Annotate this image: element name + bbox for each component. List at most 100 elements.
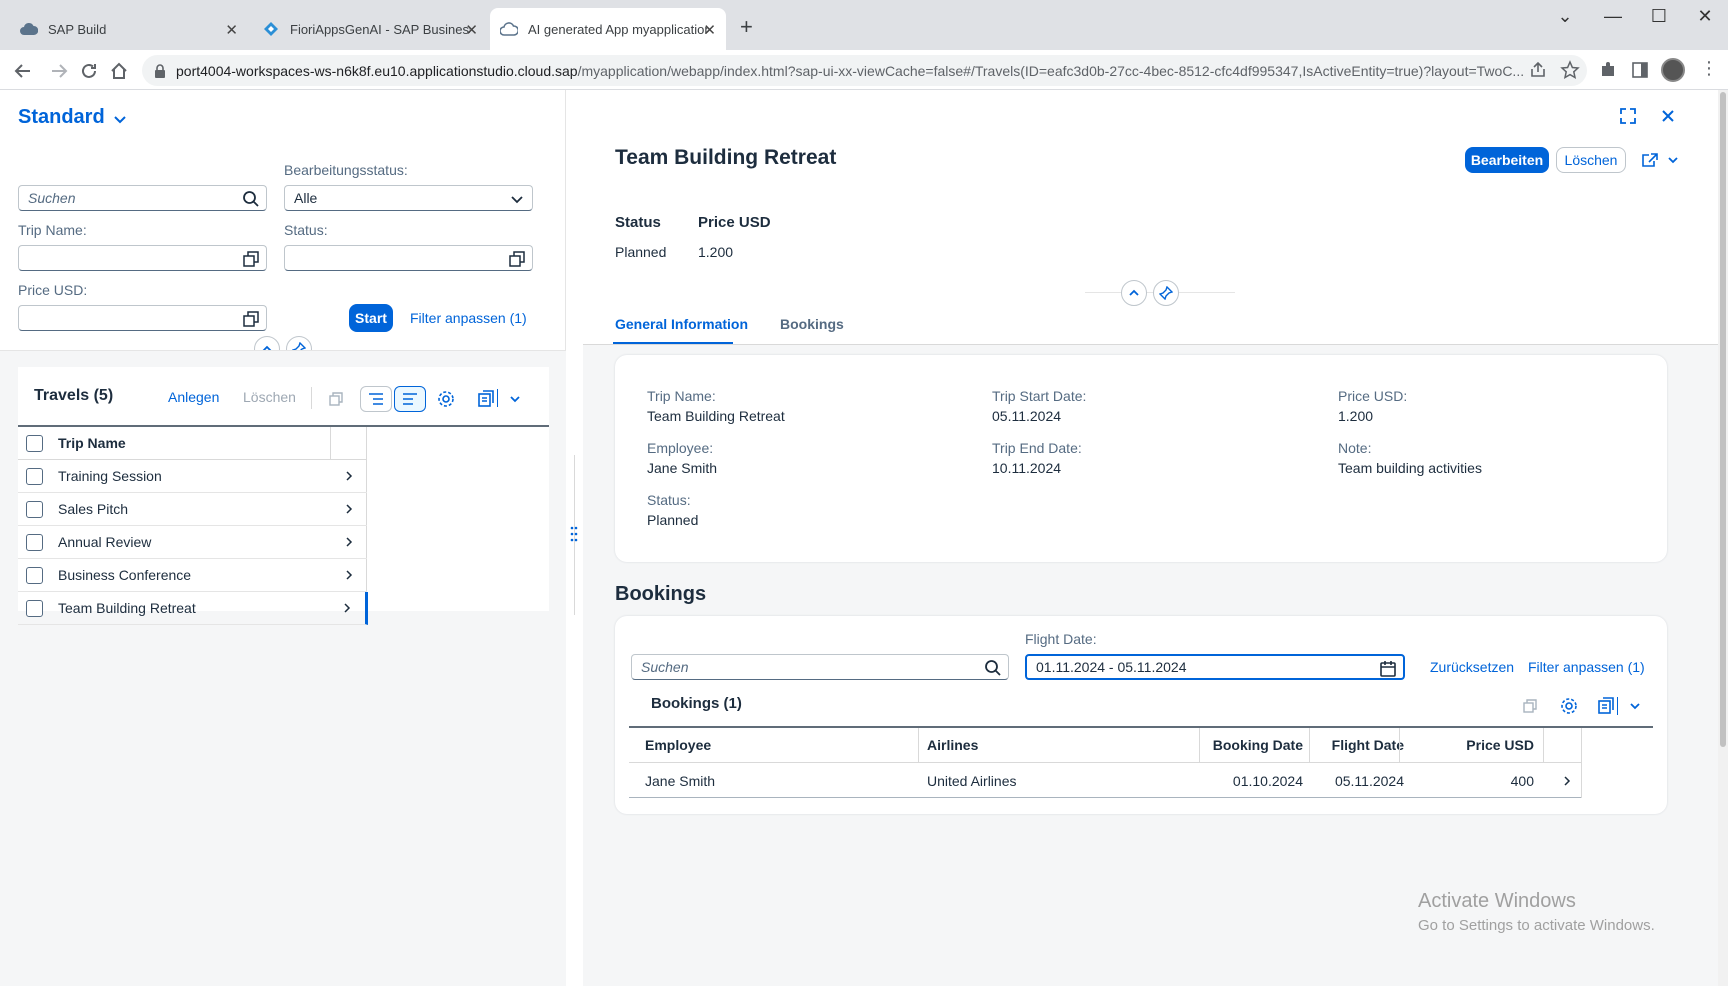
expand-all-icon[interactable] <box>394 386 426 412</box>
row-checkbox[interactable] <box>26 533 43 551</box>
home-icon[interactable] <box>108 60 130 82</box>
table-row[interactable]: Sales Pitch <box>18 493 367 526</box>
table-row[interactable]: Training Session <box>18 460 367 493</box>
tab-search-icon[interactable]: ⌄ <box>1550 6 1580 27</box>
page-scrollbar-thumb[interactable] <box>1720 92 1726 747</box>
calendar-icon[interactable] <box>1379 660 1397 678</box>
bookings-card: Flight Date: Suchen 01.11.2024 - 05.11.2… <box>615 616 1667 814</box>
browser-menu-icon[interactable]: ⋮ <box>1700 58 1718 79</box>
collapse-all-icon[interactable] <box>360 386 392 412</box>
side-panel-icon[interactable] <box>1630 60 1650 80</box>
flight-date-value: 01.11.2024 - 05.11.2024 <box>1036 659 1187 675</box>
export-menu-chevron-icon[interactable] <box>503 387 527 411</box>
delete-button[interactable]: Löschen <box>243 389 296 405</box>
maximize-button[interactable]: ☐ <box>1644 6 1674 27</box>
note-field-label: Note: <box>1338 440 1372 456</box>
object-title: Team Building Retreat <box>615 146 837 169</box>
export-excel-icon[interactable] <box>1594 694 1618 718</box>
close-icon[interactable] <box>1656 104 1680 128</box>
share-chevron-down-icon[interactable] <box>1661 148 1685 172</box>
create-button[interactable]: Anlegen <box>168 389 219 405</box>
search-input[interactable]: Suchen <box>18 185 267 211</box>
browser-tab-ai-generated-app[interactable]: AI generated App myapplication ✕ <box>490 8 726 50</box>
fullscreen-icon[interactable] <box>1616 104 1640 128</box>
export-excel-icon[interactable] <box>474 387 498 411</box>
row-checkbox[interactable] <box>26 500 43 518</box>
splitter-grip-icon[interactable] <box>569 524 579 544</box>
column-header-employee[interactable]: Employee <box>645 737 711 753</box>
price-field-value: 1.200 <box>1338 408 1374 424</box>
close-tab-icon[interactable]: ✕ <box>703 21 716 39</box>
bookings-section-title: Bookings <box>615 583 707 605</box>
settings-gear-icon[interactable] <box>1557 694 1581 718</box>
edit-button[interactable]: Bearbeiten <box>1465 147 1549 173</box>
row-checkbox[interactable] <box>26 566 43 584</box>
start-button[interactable]: Start <box>349 304 393 332</box>
settings-gear-icon[interactable] <box>434 387 458 411</box>
search-icon[interactable] <box>242 190 260 208</box>
table-row[interactable]: Jane Smith United Airlines 01.10.2024 05… <box>629 763 1581 798</box>
browser-tab-fioriappsgenai[interactable]: FioriAppsGenAI - SAP Business A ✕ <box>252 8 488 50</box>
tab-general-information[interactable]: General Information <box>615 316 748 332</box>
flight-date-range-input[interactable]: 01.11.2024 - 05.11.2024 <box>1025 654 1405 680</box>
split-separator <box>497 389 498 407</box>
column-header-booking-date[interactable]: Booking Date <box>1199 737 1303 753</box>
page-scrollbar-track[interactable] <box>1718 90 1728 986</box>
delete-object-button[interactable]: Löschen <box>1556 147 1626 173</box>
pin-header-button[interactable] <box>1153 280 1179 306</box>
table-row[interactable]: Business Conference <box>18 559 367 592</box>
variant-selector[interactable]: Standard <box>18 106 127 129</box>
column-splitter[interactable] <box>566 90 583 986</box>
column-header-price[interactable]: Price USD <box>1399 737 1534 753</box>
price-input[interactable] <box>18 305 267 331</box>
minimize-button[interactable]: — <box>1598 6 1628 27</box>
reset-button[interactable]: Zurücksetzen <box>1430 659 1514 675</box>
close-tab-icon[interactable]: ✕ <box>225 21 238 39</box>
search-icon[interactable] <box>984 659 1002 677</box>
tab-bookings[interactable]: Bookings <box>780 316 844 332</box>
table-row[interactable]: Annual Review <box>18 526 367 559</box>
price-cell: 400 <box>1510 773 1534 789</box>
profile-avatar[interactable] <box>1661 58 1685 82</box>
chevron-right-icon <box>346 504 353 514</box>
collapse-header-button[interactable] <box>1121 280 1147 306</box>
header-price-value: 1.200 <box>698 244 734 260</box>
column-header-airlines[interactable]: Airlines <box>927 737 978 753</box>
back-arrow-icon[interactable] <box>12 60 34 82</box>
airline-cell: United Airlines <box>927 773 1017 789</box>
bookings-adapt-filters-button[interactable]: Filter anpassen (1) <box>1528 659 1645 675</box>
close-window-button[interactable]: ✕ <box>1690 6 1720 27</box>
edit-status-value: Alle <box>294 190 318 206</box>
browser-tab-sap-build[interactable]: SAP Build ✕ <box>10 8 248 50</box>
new-tab-button[interactable]: + <box>740 14 753 40</box>
forward-arrow-icon[interactable] <box>48 60 70 82</box>
bookmark-star-icon[interactable] <box>1560 60 1580 80</box>
value-help-icon[interactable] <box>242 250 260 268</box>
bookings-search-input[interactable]: Suchen <box>631 654 1009 680</box>
edit-status-select[interactable]: Alle <box>284 185 533 211</box>
row-checkbox[interactable] <box>26 599 43 617</box>
bookings-table-title: Bookings (1) <box>651 695 742 712</box>
browser-tab-title: AI generated App myapplication <box>528 21 708 37</box>
trip-name-input[interactable] <box>18 245 267 271</box>
url-host: port4004-workspaces-ws-n6k8f.eu10.applic… <box>176 62 578 79</box>
reload-icon[interactable] <box>78 60 100 82</box>
copy-icon[interactable] <box>324 387 348 411</box>
url-field[interactable]: port4004-workspaces-ws-n6k8f.eu10.applic… <box>142 55 1587 86</box>
copy-icon[interactable] <box>1518 694 1542 718</box>
value-help-icon[interactable] <box>508 250 526 268</box>
status-input[interactable] <box>284 245 533 271</box>
close-tab-icon[interactable]: ✕ <box>465 21 478 39</box>
export-menu-chevron-icon[interactable] <box>1623 694 1647 718</box>
column-header-flight-date[interactable]: Flight Date <box>1309 737 1404 753</box>
share-icon[interactable] <box>1528 60 1548 80</box>
table-row-selected[interactable]: Team Building Retreat <box>18 592 368 625</box>
extensions-puzzle-icon[interactable] <box>1598 60 1618 80</box>
row-checkbox[interactable] <box>26 467 43 485</box>
share-menu-icon[interactable] <box>1638 148 1662 172</box>
value-help-icon[interactable] <box>242 310 260 328</box>
chevron-right-icon[interactable] <box>1561 775 1573 787</box>
column-header-trip-name[interactable]: Trip Name <box>58 435 126 451</box>
select-all-checkbox[interactable] <box>26 435 43 452</box>
adapt-filters-button[interactable]: Filter anpassen (1) <box>410 310 527 326</box>
